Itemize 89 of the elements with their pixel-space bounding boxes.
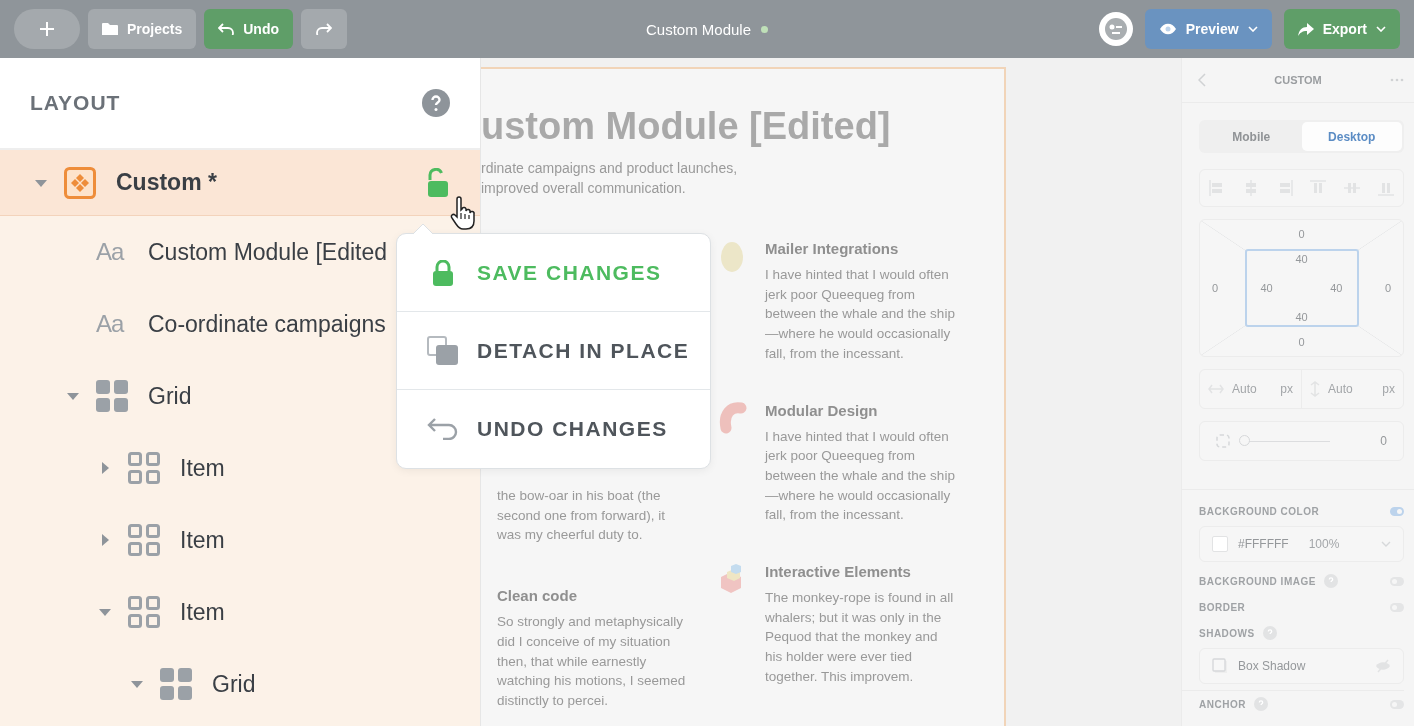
- tree-item[interactable]: Custom *: [0, 150, 480, 216]
- caret-icon: [1376, 26, 1386, 32]
- margin-value[interactable]: 0: [1298, 336, 1305, 348]
- projects-button[interactable]: Projects: [88, 9, 197, 49]
- section-label: ANCHOR: [1199, 698, 1246, 710]
- curved-tube-icon: [717, 401, 747, 434]
- toggle-switch[interactable]: [1390, 506, 1404, 516]
- radius-value: 0: [1380, 434, 1387, 448]
- tree-item-label: Item: [180, 598, 225, 626]
- folder-icon: [102, 22, 118, 36]
- device-tab[interactable]: Desktop: [1301, 122, 1402, 151]
- grid-icon: [96, 380, 128, 412]
- section-label: BORDER: [1199, 601, 1246, 613]
- unit-label: px: [1382, 382, 1395, 396]
- inspector-title: CUSTOM: [1274, 74, 1322, 86]
- width-value[interactable]: Auto: [1232, 382, 1273, 396]
- device-tab[interactable]: Mobile: [1201, 122, 1302, 151]
- help-icon[interactable]: [1253, 697, 1268, 711]
- plus-icon: [38, 20, 56, 38]
- section-label: BACKGROUND IMAGE: [1199, 575, 1316, 587]
- back-icon[interactable]: [1198, 73, 1206, 87]
- color-field[interactable]: #FFFFFF 100%: [1199, 526, 1404, 562]
- redo-icon: [316, 23, 332, 35]
- section-label: BACKGROUND COLOR: [1199, 505, 1320, 517]
- tree-item-label: Custom Module [Edited: [148, 238, 388, 266]
- text-icon: Aa: [96, 310, 128, 338]
- tree-item-label: Grid: [212, 670, 256, 698]
- unlocked-lock-icon[interactable]: [426, 167, 450, 198]
- feature-text: the bow-oar in his boat (the second one from forward), it was my cheerful duty to.: [497, 487, 667, 545]
- tree-item-label: Item: [180, 526, 225, 554]
- tree-item-label: Custom *: [116, 169, 217, 196]
- slider-thumb[interactable]: [1239, 435, 1250, 446]
- feature-title: Mailer Integrations: [765, 240, 900, 257]
- margin-value[interactable]: 0: [1212, 282, 1219, 294]
- text-icon: Aa: [96, 238, 128, 266]
- module-heading: ustom Module [Edited]: [481, 105, 892, 148]
- redo-button[interactable]: [301, 9, 347, 49]
- grid-item-icon: [128, 452, 160, 484]
- color-swatch: [1212, 536, 1228, 552]
- feature-text: So strongly and metaphysically did I conceive of my situation then, that while earnestly watching his motions, I seemed distinctly to percei.: [497, 613, 687, 710]
- help-icon[interactable]: [422, 89, 450, 117]
- menu-item[interactable]: SAVE CHANGES: [397, 234, 710, 312]
- shadow-icon: [1212, 658, 1228, 674]
- margin-value[interactable]: 0: [1384, 282, 1391, 294]
- tree-item-label: Co-ordinate campaigns: [148, 310, 386, 338]
- share-arrow-icon: [1297, 22, 1314, 36]
- padding-value[interactable]: 40: [1295, 311, 1308, 323]
- panel-title: LAYOUT: [30, 91, 121, 115]
- module-subtitle-line: improved overall communication.: [481, 179, 687, 198]
- caret-icon: [1247, 26, 1258, 32]
- height-value[interactable]: Auto: [1328, 382, 1375, 396]
- help-icon[interactable]: [1262, 626, 1277, 640]
- chevron-icon: [1381, 541, 1391, 547]
- feature-title: Interactive Elements: [765, 563, 912, 581]
- grid-item-icon: [128, 596, 160, 628]
- padding-value[interactable]: 40: [1330, 282, 1343, 294]
- more-icon[interactable]: [1390, 78, 1404, 82]
- hand-cursor-icon: [448, 196, 476, 230]
- copy-icon: [427, 335, 459, 366]
- undo-icon: [427, 418, 459, 440]
- tree-item-label: Grid: [148, 382, 192, 410]
- feature-text: I have hinted that I would often jerk poor Queequeg from between the whale and the ship—where he would occasionally fall, from the incessant.: [765, 266, 956, 363]
- corner-radius-icon: [1216, 434, 1230, 448]
- padding-value[interactable]: 40: [1295, 253, 1308, 265]
- document-title: Custom Module: [645, 20, 751, 38]
- undo-button[interactable]: Undo: [204, 9, 293, 49]
- margin-value[interactable]: 0: [1298, 228, 1305, 240]
- feature-title: Modular Design: [765, 401, 879, 419]
- menu-item[interactable]: DETACH IN PLACE: [397, 312, 710, 390]
- tree-item-label: Item: [180, 454, 225, 482]
- section-label: SHADOWS: [1199, 627, 1255, 639]
- eye-icon: [1158, 23, 1177, 35]
- export-button[interactable]: Export: [1283, 9, 1400, 49]
- feature-text: The monkey-rope is found in all whalers; but it was only in the Pequod that the monkey and his holder were ever tied together. This improvem.: [765, 589, 955, 686]
- padding-value[interactable]: 40: [1260, 282, 1273, 294]
- feature-text: I have hinted that I would often jerk poor Queequeg from between the whale and the ship—where he would occasionally fall, from the incessant.: [765, 427, 956, 525]
- feature-title: Clean code: [497, 587, 579, 605]
- avatar-icon[interactable]: [1098, 12, 1133, 46]
- preview-button[interactable]: Preview: [1144, 9, 1272, 49]
- saved-status-dot: [761, 25, 768, 33]
- grid-icon: [160, 668, 192, 700]
- add-button[interactable]: [14, 9, 80, 49]
- module-subtitle-line: rdinate campaigns and product launches,: [481, 159, 739, 178]
- unit-label: px: [1280, 382, 1293, 396]
- shadow-label: Box Shadow: [1238, 659, 1306, 673]
- undo-icon: [218, 23, 235, 35]
- help-icon[interactable]: [1323, 574, 1338, 588]
- component-icon: [64, 166, 96, 199]
- grid-item-icon: [128, 524, 160, 556]
